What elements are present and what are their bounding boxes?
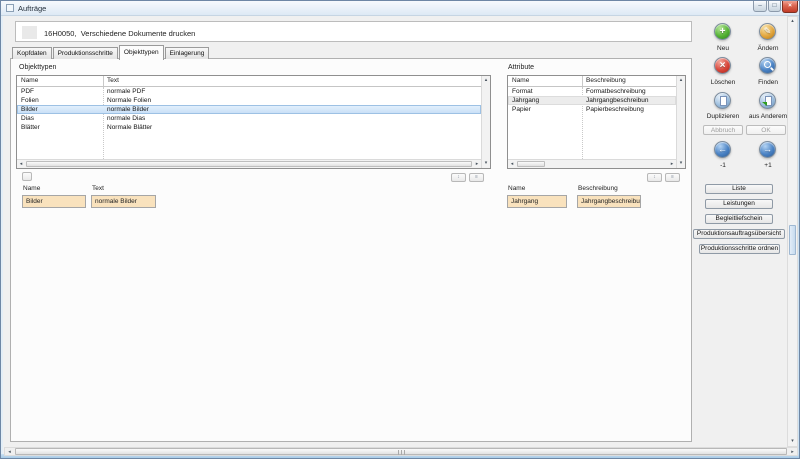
duplicate-button[interactable]: [714, 92, 731, 109]
tab-content-panel: Objekttypen Attribute Name Text PDF norm…: [10, 58, 692, 442]
objekttypen-tool-button[interactable]: [22, 172, 32, 181]
table-row[interactable]: Folien Normale Folien: [17, 96, 481, 105]
attribute-table-header: Name Beschreibung: [508, 76, 676, 87]
import-arrow-icon: [762, 102, 767, 106]
pencil-icon: ✎: [760, 24, 775, 39]
table-vertical-scrollbar[interactable]: ▴ ▾: [481, 76, 490, 168]
table-row[interactable]: Format Formatbeschreibung: [508, 87, 676, 96]
scrollbar-thumb[interactable]: [26, 161, 472, 167]
arrow-right-icon: →: [760, 142, 775, 157]
scroll-up-icon[interactable]: ▴: [482, 76, 490, 84]
table-row-selected[interactable]: Bilder normale Bilder: [17, 105, 481, 114]
column-header-beschreibung[interactable]: Beschreibung: [586, 76, 626, 86]
next-record-button[interactable]: →: [759, 141, 776, 158]
table-vertical-scrollbar[interactable]: ▴ ▾: [676, 76, 685, 168]
column-header-text[interactable]: Text: [107, 76, 119, 86]
scrollbar-grip: [398, 450, 405, 455]
previous-record-button[interactable]: ←: [714, 141, 731, 158]
tab-objekttypen[interactable]: Objekttypen: [119, 45, 164, 60]
leistungen-button[interactable]: Leistungen: [705, 199, 773, 209]
objekttypen-name-label: Name: [23, 185, 40, 192]
scrollbar-thumb[interactable]: [517, 161, 545, 167]
plus-icon: +: [715, 24, 730, 39]
attribute-label: Attribute: [508, 64, 534, 71]
objekttypen-table-header: Name Text: [17, 76, 481, 87]
cross-icon: ×: [715, 58, 730, 73]
close-button[interactable]: ×: [782, 1, 798, 13]
minimize-button[interactable]: –: [753, 1, 767, 12]
table-row[interactable]: Papier Papierbeschreibung: [508, 105, 676, 114]
scroll-up-icon[interactable]: ▴: [788, 17, 797, 26]
column-header-name[interactable]: Name: [21, 76, 38, 86]
column-header-name[interactable]: Name: [512, 76, 529, 86]
attribute-table-body: Format Formatbeschreibung Jahrgang Jahrg…: [508, 87, 676, 159]
delete-button[interactable]: ×: [714, 57, 731, 74]
begleitliefschein-button[interactable]: Begleitliefschein: [705, 214, 773, 224]
document-icon: [720, 96, 727, 106]
objekttypen-text-field[interactable]: [91, 195, 156, 208]
order-header: 16H0050, Verschiedene Dokumente drucken: [15, 21, 692, 42]
window-frame-left: [1, 16, 3, 454]
attribute-name-field[interactable]: [507, 195, 567, 208]
objekttypen-table: Name Text PDF normale PDF Folien Normale…: [16, 75, 491, 169]
ok-button[interactable]: OK: [746, 125, 786, 135]
produktionsschritte-ordnen-button[interactable]: Produktionsschritte ordnen: [699, 244, 780, 254]
objekttypen-grid-button[interactable]: ≡: [469, 173, 484, 182]
window-vertical-scrollbar[interactable]: ▴ ▾: [787, 16, 798, 447]
from-other-button[interactable]: [759, 92, 776, 109]
attribute-beschreibung-field[interactable]: [577, 195, 641, 208]
table-horizontal-scrollbar[interactable]: ◂ ▸: [17, 159, 481, 168]
attribute-sort-button[interactable]: ↕: [647, 173, 662, 182]
liste-button[interactable]: Liste: [705, 184, 773, 194]
scroll-down-icon[interactable]: ▾: [677, 160, 685, 168]
order-status-icon: [22, 26, 37, 39]
attribute-table: Name Beschreibung Format Formatbeschreib…: [507, 75, 686, 169]
scroll-up-icon[interactable]: ▴: [677, 76, 685, 84]
window-title: Aufträge: [18, 4, 46, 13]
produktionsauftragsuebersicht-button[interactable]: Produktionsauftragsübersicht: [693, 229, 785, 239]
tab-einlagerung[interactable]: Einlagerung: [165, 47, 210, 59]
arrow-left-icon: ←: [715, 142, 730, 157]
app-icon: [6, 4, 14, 12]
app-window: Aufträge – □ × 16H0050, Verschiedene Dok…: [0, 0, 800, 459]
scroll-left-icon[interactable]: ◂: [5, 448, 14, 455]
maximize-button[interactable]: □: [768, 1, 781, 12]
objekttypen-text-label: Text: [92, 185, 104, 192]
table-row[interactable]: PDF normale PDF: [17, 87, 481, 96]
edit-button[interactable]: ✎: [759, 23, 776, 40]
tab-strip: Kopfdaten Produktionsschritte Objekttype…: [12, 45, 210, 59]
scroll-down-icon[interactable]: ▾: [482, 160, 490, 168]
attribute-grid-button[interactable]: ≡: [665, 173, 680, 182]
objekttypen-sort-button[interactable]: ↕: [451, 173, 466, 182]
objekttypen-label: Objekttypen: [19, 64, 56, 71]
title-bar[interactable]: Aufträge – □ ×: [1, 1, 799, 16]
objekttypen-table-body: PDF normale PDF Folien Normale Folien Bi…: [17, 87, 481, 159]
objekttypen-name-field[interactable]: [22, 195, 86, 208]
tab-kopfdaten[interactable]: Kopfdaten: [12, 47, 52, 59]
scroll-right-icon[interactable]: ▸: [788, 448, 797, 455]
scroll-right-icon[interactable]: ▸: [473, 160, 481, 168]
scroll-down-icon[interactable]: ▾: [788, 437, 797, 446]
table-row[interactable]: Blätter Normale Blätter: [17, 123, 481, 132]
scroll-left-icon[interactable]: ◂: [508, 160, 516, 168]
find-button[interactable]: [759, 57, 776, 74]
cancel-button[interactable]: Abbruch: [703, 125, 743, 135]
tab-produktionsschritte[interactable]: Produktionsschritte: [53, 47, 118, 59]
scroll-left-icon[interactable]: ◂: [17, 160, 25, 168]
order-title: 16H0050, Verschiedene Dokumente drucken: [44, 29, 195, 38]
attribute-beschreibung-label: Beschreibung: [578, 185, 618, 192]
table-horizontal-scrollbar[interactable]: ◂ ▸: [508, 159, 676, 168]
window-horizontal-scrollbar[interactable]: ◂ ▸: [4, 447, 798, 456]
table-row-selected[interactable]: Jahrgang Jahrgangbeschreibun: [508, 96, 676, 105]
scrollbar-thumb[interactable]: [15, 448, 787, 455]
new-button[interactable]: +: [714, 23, 731, 40]
scroll-right-icon[interactable]: ▸: [668, 160, 676, 168]
table-row[interactable]: Dias normale Dias: [17, 114, 481, 123]
scrollbar-thumb[interactable]: [789, 225, 796, 255]
attribute-name-label: Name: [508, 185, 525, 192]
